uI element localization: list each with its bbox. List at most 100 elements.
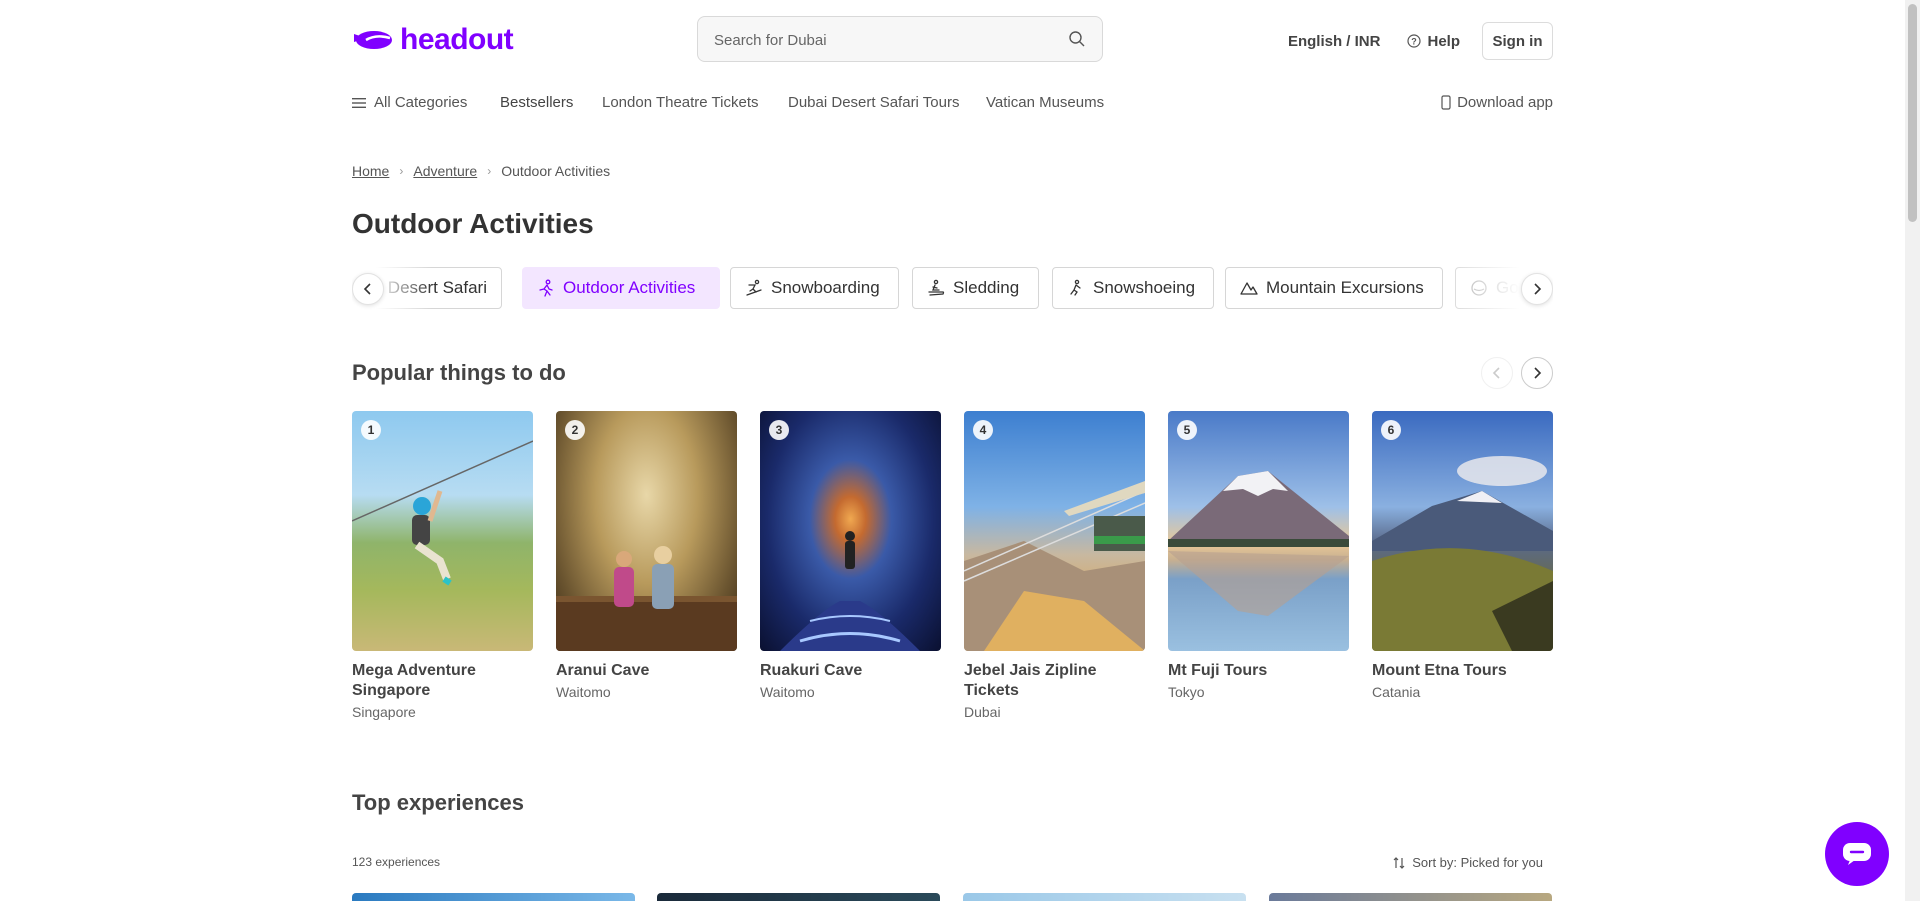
chat-button[interactable] (1825, 822, 1889, 886)
card-image[interactable]: 6 (1372, 411, 1553, 651)
experience-card[interactable] (352, 893, 635, 901)
rank-badge: 1 (361, 420, 381, 440)
page-title: Outdoor Activities (352, 208, 594, 239)
popular-card[interactable]: 6 Mount Etna Tours Catania (1372, 411, 1553, 700)
rank-badge: 6 (1381, 420, 1401, 440)
chevron-right-icon: › (487, 164, 492, 178)
help-icon: ? (1407, 34, 1422, 48)
mountain-icon (1240, 282, 1258, 295)
chevron-right-icon: › (399, 164, 404, 178)
breadcrumb: Home › Adventure › Outdoor Activities (352, 163, 1553, 179)
language-currency-selector[interactable]: English / INR (1288, 33, 1381, 50)
top-experiences-title: Top experiences (352, 790, 524, 815)
snowboarding-icon (746, 279, 762, 296)
chevron-left-icon (1492, 367, 1500, 379)
chip-snowshoeing[interactable]: Snowshoeing (1052, 267, 1214, 309)
site-header: headout English / INR ? Help Sign in (352, 15, 1553, 65)
experience-count: 123 experiences (352, 855, 441, 869)
hamburger-icon (352, 97, 366, 108)
category-chips: Desert Safari Outdoor Activities Snowboa… (352, 267, 1553, 311)
popular-card[interactable]: 2 Aranui Cave Waitomo (556, 411, 737, 700)
chip-outdoor-activities[interactable]: Outdoor Activities (522, 267, 720, 309)
chip-label: Snowshoeing (1093, 278, 1196, 297)
popular-next-button[interactable] (1521, 357, 1553, 389)
experience-card[interactable] (657, 893, 940, 901)
logo-text: headout (400, 23, 514, 56)
card-city: Waitomo (760, 684, 815, 700)
all-categories-menu[interactable]: All Categories (352, 94, 467, 111)
card-city: Tokyo (1168, 684, 1205, 700)
snowshoeing-icon (1070, 279, 1081, 296)
card-image[interactable]: 1 (352, 411, 533, 651)
sort-icon (1393, 856, 1405, 869)
breadcrumb-current: Outdoor Activities (501, 163, 611, 179)
breadcrumb-home[interactable]: Home (352, 163, 389, 179)
card-image[interactable]: 3 (760, 411, 941, 651)
card-title[interactable]: Ruakuri Cave (760, 661, 941, 681)
chevron-right-icon (1534, 367, 1542, 379)
chip-label: Snowboarding (771, 278, 880, 297)
chip-label: Mountain Excursions (1266, 278, 1424, 297)
experience-card[interactable] (1269, 893, 1552, 901)
card-image[interactable]: 4 (964, 411, 1145, 651)
sort-dropdown[interactable]: Sort by: Picked for you (1392, 855, 1543, 870)
nav-item-london-theatre[interactable]: London Theatre Tickets (602, 94, 759, 111)
card-title[interactable]: Mount Etna Tours (1372, 661, 1553, 681)
rank-badge: 4 (973, 420, 993, 440)
chip-snowboarding[interactable]: Snowboarding (730, 267, 899, 309)
card-image[interactable]: 5 (1168, 411, 1349, 651)
card-title[interactable]: Mega Adventure Singapore (352, 661, 533, 701)
chips-next-button[interactable] (1521, 273, 1553, 305)
chip-mountain-excursions[interactable]: Mountain Excursions (1225, 267, 1443, 309)
headout-logo[interactable]: headout (352, 23, 514, 57)
card-title[interactable]: Mt Fuji Tours (1168, 661, 1349, 681)
page-scrollbar[interactable] (1905, 0, 1920, 901)
popular-prev-button[interactable] (1481, 357, 1513, 389)
sledding-icon (928, 279, 945, 296)
help-label: Help (1427, 32, 1460, 50)
card-city: Catania (1372, 684, 1421, 700)
search-box[interactable] (697, 16, 1103, 63)
popular-card[interactable]: 5 Mt Fuji Tours Tokyo (1168, 411, 1349, 700)
nav-item-dubai-desert-safari[interactable]: Dubai Desert Safari Tours (788, 94, 959, 111)
nav-item-vatican-museums[interactable]: Vatican Museums (986, 94, 1104, 111)
chat-icon (1843, 843, 1871, 865)
sign-in-button[interactable]: Sign in (1482, 22, 1553, 60)
card-title[interactable]: Aranui Cave (556, 661, 737, 681)
card-city: Singapore (352, 704, 416, 720)
chevron-right-icon (1534, 283, 1542, 295)
download-app-label: Download app (1457, 94, 1553, 111)
hiking-icon (539, 279, 553, 297)
rank-badge: 5 (1177, 420, 1197, 440)
phone-icon (1441, 95, 1451, 110)
chip-label: Outdoor Activities (563, 278, 696, 297)
card-image[interactable]: 2 (556, 411, 737, 651)
all-categories-label: All Categories (374, 94, 468, 111)
chip-label: Sledding (953, 278, 1020, 297)
category-nav: All Categories Bestsellers London Theatr… (352, 90, 1553, 116)
search-icon[interactable] (1068, 30, 1086, 48)
search-input[interactable] (698, 17, 1076, 63)
top-experiences-header: Top experiences (352, 790, 1553, 816)
rank-badge: 2 (565, 420, 585, 440)
rank-badge: 3 (769, 420, 789, 440)
breadcrumb-adventure[interactable]: Adventure (413, 163, 477, 179)
experience-card[interactable] (963, 893, 1246, 901)
chip-sledding[interactable]: Sledding (912, 267, 1039, 309)
popular-title: Popular things to do (352, 360, 566, 385)
svg-text:?: ? (1412, 37, 1418, 47)
card-city: Dubai (964, 704, 1001, 720)
sort-label: Sort by: Picked for you (1412, 855, 1543, 870)
logo-icon (354, 31, 392, 49)
card-title[interactable]: Jebel Jais Zipline Tickets (964, 661, 1145, 701)
help-link[interactable]: ? Help (1407, 33, 1460, 50)
popular-section-header: Popular things to do (352, 357, 1553, 389)
download-app-link[interactable]: Download app (1441, 94, 1553, 111)
chevron-left-icon (363, 283, 371, 295)
nav-item-bestsellers[interactable]: Bestsellers (500, 94, 573, 111)
popular-card[interactable]: 1 Mega Adventure Singapore Singapore (352, 411, 533, 720)
chips-prev-button[interactable] (352, 273, 384, 305)
popular-card[interactable]: 4 Jebel Jais Zipline Tickets Dubai (964, 411, 1145, 720)
popular-card[interactable]: 3 Ruakuri Cave Waitomo (760, 411, 941, 700)
scrollbar-thumb[interactable] (1908, 4, 1917, 222)
